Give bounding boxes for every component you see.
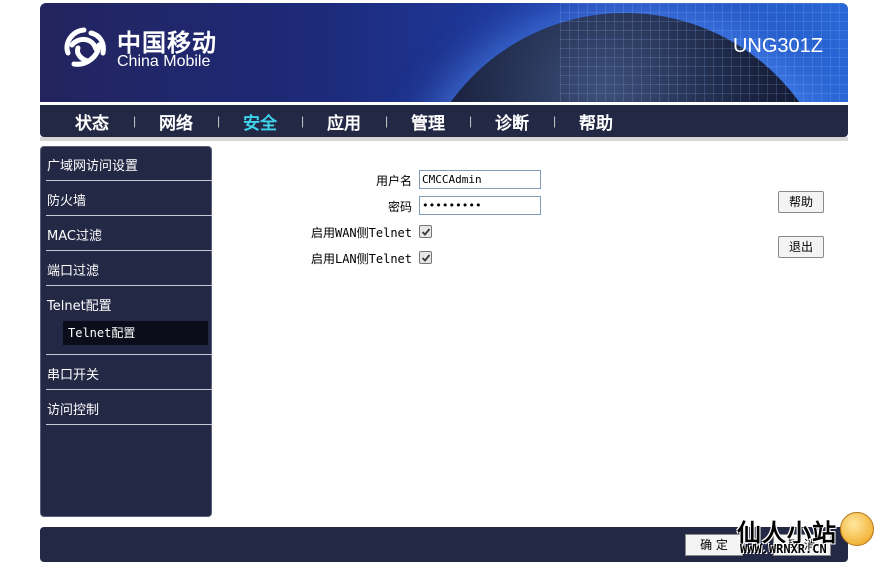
sidebar-item-mac-filter[interactable]: MAC过滤 <box>47 225 211 244</box>
sidebar: 广域网访问设置 防火墙 MAC过滤 端口过滤 Telnet配置 Telnet配置… <box>40 146 212 517</box>
nav-item-status[interactable]: 状态 <box>50 109 134 134</box>
sidebar-item-label: MAC过滤 <box>47 229 102 244</box>
sidebar-item-label: 广域网访问设置 <box>47 159 139 174</box>
lan-telnet-checkbox[interactable] <box>419 251 432 264</box>
nav-item-application[interactable]: 应用 <box>302 109 386 134</box>
sidebar-item-telnet-config[interactable]: Telnet配置 <box>47 295 211 314</box>
sidebar-item-label: 串口开关 <box>47 368 100 383</box>
confirm-button[interactable]: 确 定 <box>685 534 743 556</box>
nav-item-diagnosis[interactable]: 诊断 <box>470 109 554 134</box>
sidebar-item-port-filter[interactable]: 端口过滤 <box>47 260 211 279</box>
device-model: UNG301Z <box>732 35 823 57</box>
sidebar-divider <box>46 424 212 425</box>
sidebar-item-label: 防火墙 <box>47 194 87 209</box>
username-input[interactable] <box>419 170 541 189</box>
password-label: 密码 <box>387 200 412 214</box>
sidebar-divider <box>46 389 212 390</box>
help-button[interactable]: 帮助 <box>778 191 824 213</box>
brand-name-en: China Mobile <box>117 53 211 70</box>
username-label: 用户名 <box>375 174 412 188</box>
nav-item-management[interactable]: 管理 <box>386 109 470 134</box>
sidebar-item-serial-switch[interactable]: 串口开关 <box>47 364 211 383</box>
sidebar-item-access-control[interactable]: 访问控制 <box>47 399 211 418</box>
watermark-url: WWW.WRNXR.CN <box>740 542 827 556</box>
nav-shadow <box>40 137 848 141</box>
checkmark-icon <box>421 227 430 236</box>
password-input[interactable] <box>419 196 541 215</box>
sidebar-divider <box>46 215 212 216</box>
main-nav: 状态 | 网络 | 安全 | 应用 | 管理 | 诊断 | 帮助 <box>40 105 848 137</box>
sidebar-item-label: 访问控制 <box>47 403 100 418</box>
watermark-mascot-icon <box>840 512 874 546</box>
nav-item-security[interactable]: 安全 <box>218 109 302 134</box>
wan-telnet-label: 启用WAN侧Telnet <box>310 226 412 240</box>
sidebar-divider <box>46 180 212 181</box>
sidebar-divider <box>46 285 212 286</box>
china-mobile-logo-icon <box>64 27 106 67</box>
nav-item-help[interactable]: 帮助 <box>554 109 638 134</box>
header-banner: 中国移动 China Mobile UNG301Z <box>40 3 848 102</box>
logout-button[interactable]: 退出 <box>778 236 824 258</box>
sidebar-item-label: 端口过滤 <box>47 264 100 279</box>
wan-telnet-checkbox[interactable] <box>419 225 432 238</box>
checkmark-icon <box>421 253 430 262</box>
nav-item-network[interactable]: 网络 <box>134 109 218 134</box>
sidebar-divider <box>46 250 212 251</box>
sidebar-item-label: Telnet配置 <box>47 299 112 314</box>
sidebar-item-firewall[interactable]: 防火墙 <box>47 190 211 209</box>
sidebar-item-wan-access[interactable]: 广域网访问设置 <box>47 155 211 174</box>
sidebar-subitem-telnet-config[interactable]: Telnet配置 <box>63 321 208 345</box>
sidebar-divider <box>46 354 212 355</box>
lan-telnet-label: 启用LAN侧Telnet <box>310 252 412 266</box>
